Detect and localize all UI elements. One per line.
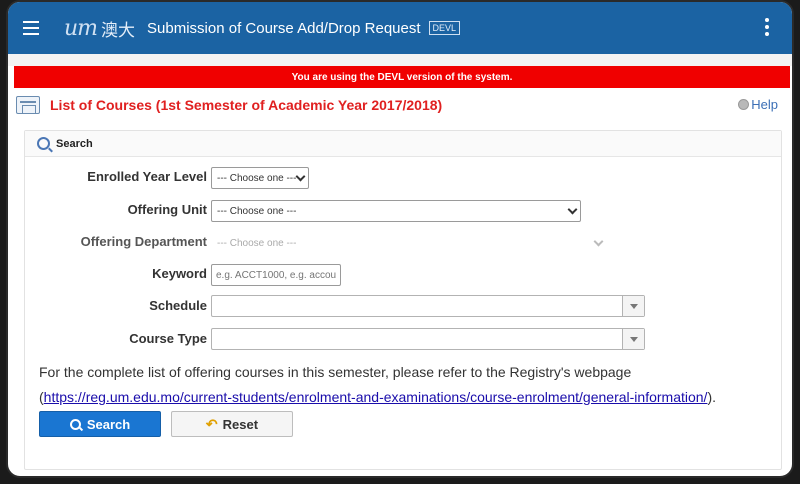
offering-department-value: --- Choose one --- bbox=[217, 237, 297, 249]
schedule-dropdown-button[interactable] bbox=[622, 296, 644, 316]
keyword-label: Keyword bbox=[152, 266, 207, 281]
course-type-dropdown-button[interactable] bbox=[622, 329, 644, 349]
more-options-icon[interactable] bbox=[764, 18, 770, 38]
offering-unit-value: --- Choose one --- bbox=[217, 205, 297, 217]
offering-unit-select[interactable]: --- Choose one --- bbox=[211, 200, 581, 222]
env-badge: DEVL bbox=[428, 21, 461, 35]
app-window: um 澳大 Submission of Course Add/Drop Requ… bbox=[6, 0, 794, 478]
page-title: List of Courses (1st Semester of Academi… bbox=[50, 97, 443, 113]
schedule-combobox[interactable] bbox=[211, 295, 645, 317]
search-icon bbox=[69, 418, 81, 430]
year-level-select[interactable]: --- Choose one --- bbox=[211, 167, 309, 189]
search-panel-header: Search bbox=[25, 131, 781, 157]
logo-um: um bbox=[64, 15, 98, 41]
registry-note: For the complete list of offering course… bbox=[39, 364, 632, 380]
chevron-down-icon bbox=[295, 171, 306, 182]
help-link[interactable]: Help bbox=[738, 97, 778, 112]
search-panel-title: Search bbox=[56, 137, 93, 150]
undo-icon: ↶ bbox=[205, 415, 218, 432]
course-type-label: Course Type bbox=[129, 331, 207, 346]
search-button-label: Search bbox=[86, 416, 131, 432]
logo-cn: 澳大 bbox=[101, 20, 136, 40]
registry-note-line2: (https://reg.um.edu.mo/current-students/… bbox=[39, 389, 716, 405]
help-label: Help bbox=[751, 97, 778, 112]
menu-icon[interactable] bbox=[14, 2, 54, 54]
registry-link[interactable]: https://reg.um.edu.mo/current-students/e… bbox=[44, 389, 708, 405]
chevron-down-icon bbox=[593, 236, 604, 247]
devl-warning-banner: You are using the DEVL version of the sy… bbox=[14, 66, 790, 88]
course-type-combobox[interactable] bbox=[211, 328, 645, 350]
chevron-down-icon bbox=[567, 204, 578, 215]
offering-department-select: --- Choose one --- bbox=[211, 232, 607, 254]
top-bar: um 澳大 Submission of Course Add/Drop Requ… bbox=[8, 2, 792, 54]
note-close-paren: ). bbox=[707, 389, 717, 405]
app-title: Submission of Course Add/Drop Request bbox=[147, 19, 421, 37]
year-level-label: Enrolled Year Level bbox=[87, 169, 207, 184]
keyword-input[interactable] bbox=[211, 264, 341, 286]
help-icon bbox=[738, 99, 750, 110]
schedule-label: Schedule bbox=[149, 298, 207, 313]
offering-unit-label: Offering Unit bbox=[127, 202, 207, 217]
sub-bar bbox=[8, 54, 792, 66]
page-header: List of Courses (1st Semester of Academi… bbox=[16, 92, 786, 118]
offering-department-label: Offering Department bbox=[80, 234, 207, 249]
year-level-value: --- Choose one --- bbox=[217, 172, 297, 184]
reset-button-label: Reset bbox=[222, 416, 259, 432]
course-list-icon bbox=[16, 96, 40, 114]
search-panel: Search Enrolled Year Level --- Choose on… bbox=[24, 130, 782, 470]
reset-button[interactable]: ↶ Reset bbox=[171, 411, 293, 437]
search-icon bbox=[37, 137, 50, 150]
um-logo: um 澳大 bbox=[64, 2, 135, 54]
search-button[interactable]: Search bbox=[39, 411, 161, 437]
